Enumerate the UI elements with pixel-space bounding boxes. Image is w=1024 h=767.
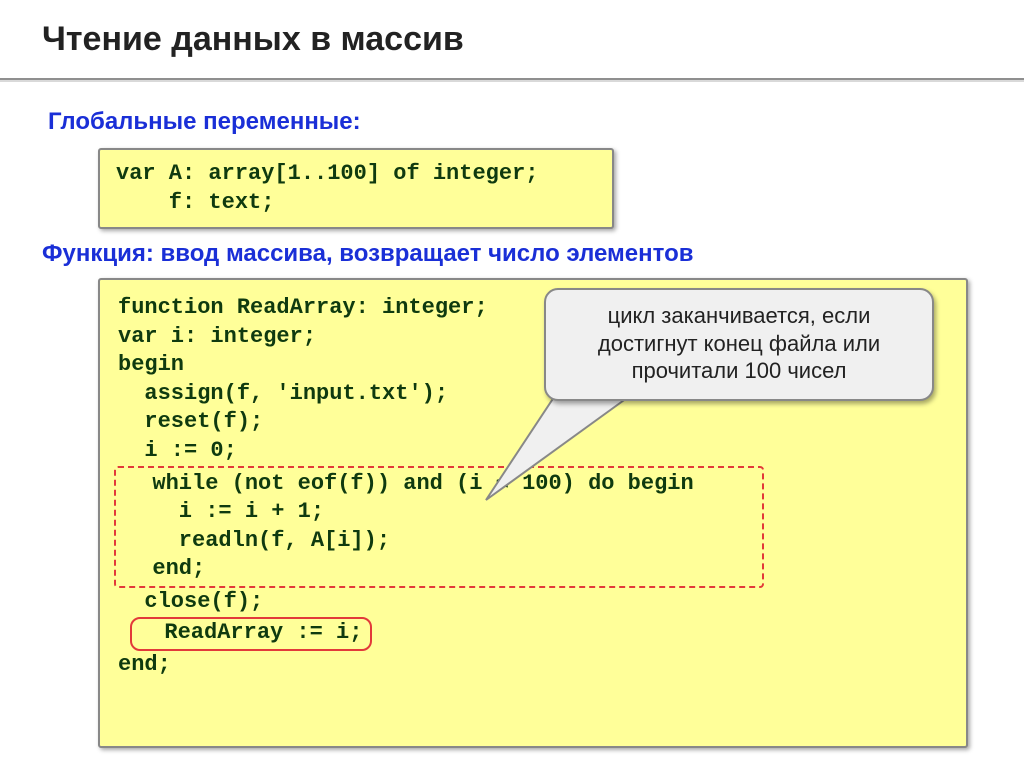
code-line: end; bbox=[118, 651, 948, 680]
code-line: i := i + 1; bbox=[126, 498, 756, 527]
section-function: Функция: ввод массива, возвращает число … bbox=[42, 240, 693, 268]
section-global-vars: Глобальные переменные: bbox=[48, 108, 361, 136]
callout-bubble: цикл заканчивается, если достигнут конец… bbox=[544, 288, 934, 401]
code-line: readln(f, A[i]); bbox=[126, 527, 756, 556]
code-line: while (not eof(f)) and (i < 100) do begi… bbox=[126, 470, 756, 499]
code-line: var A: array[1..100] of integer; bbox=[116, 160, 596, 189]
code-line: close(f); bbox=[118, 588, 948, 617]
highlighted-return-line: ReadArray := i; bbox=[130, 617, 372, 652]
page-title: Чтение данных в массив bbox=[42, 20, 464, 59]
code-line: f: text; bbox=[116, 189, 596, 218]
highlighted-loop-block: while (not eof(f)) and (i < 100) do begi… bbox=[114, 466, 764, 588]
globals-code-box: var A: array[1..100] of integer; f: text… bbox=[98, 148, 614, 229]
title-divider bbox=[0, 78, 1024, 82]
code-line: end; bbox=[126, 555, 756, 584]
slide: Чтение данных в массив Глобальные переме… bbox=[0, 0, 1024, 767]
